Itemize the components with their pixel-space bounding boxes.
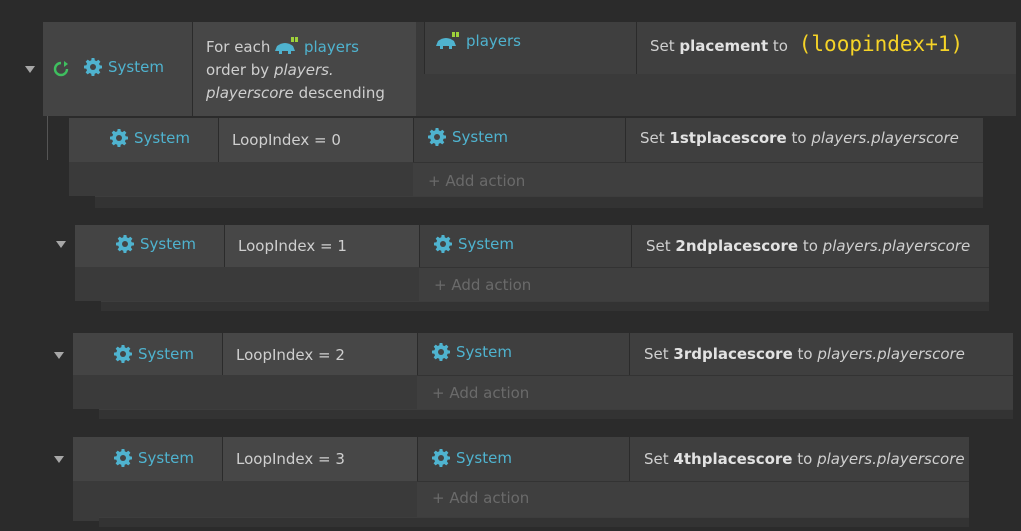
sub-event-3-action-object[interactable]: System <box>432 449 512 467</box>
sprite-icon <box>275 37 299 55</box>
collapse-triangle-icon[interactable] <box>54 456 64 463</box>
sub-event-2-action-text: Set 3rdplacescore to players.playerscore <box>644 345 965 363</box>
event-sheet: System For each players order by players… <box>0 0 1021 531</box>
sub-event-3-condition-text: LoopIndex = 3 <box>236 450 345 468</box>
add-action-button[interactable]: + Add action <box>428 172 525 190</box>
gear-icon <box>432 343 450 361</box>
expression-value: (loopindex+1) <box>798 32 964 56</box>
sub-event-3-object[interactable]: System <box>114 449 194 467</box>
gear-icon <box>432 449 450 467</box>
sub-event-0-object[interactable]: System <box>110 129 190 147</box>
sub-event-1-footer <box>101 301 989 311</box>
sub-event-1-action-text: Set 2ndplacescore to players.playerscore <box>646 237 971 255</box>
tree-guide-line <box>47 116 48 160</box>
collapse-triangle-icon[interactable] <box>25 66 35 73</box>
collapse-triangle-icon[interactable] <box>56 241 66 248</box>
sub-event-3-action-text: Set 4thplacescore to players.playerscore <box>644 450 965 468</box>
gear-icon <box>114 449 132 467</box>
gear-icon <box>428 128 446 146</box>
sub-event-0-action-object[interactable]: System <box>428 128 508 146</box>
sprite-icon <box>436 32 460 50</box>
collapse-triangle-icon[interactable] <box>54 352 64 359</box>
add-action-button[interactable]: + Add action <box>432 489 529 507</box>
foreach-action-text: Set placement to (loopindex+1) <box>650 32 964 56</box>
sub-event-3-footer <box>99 517 969 527</box>
add-action-button[interactable]: + Add action <box>432 384 529 402</box>
gear-icon <box>110 129 128 147</box>
gear-icon <box>114 345 132 363</box>
add-action-button[interactable]: + Add action <box>434 276 531 294</box>
object-label: System <box>108 58 164 76</box>
sub-event-2-condition-text: LoopIndex = 2 <box>236 346 345 364</box>
sub-event-2-object[interactable]: System <box>114 345 194 363</box>
sub-event-1-object[interactable]: System <box>116 235 196 253</box>
foreach-action-object[interactable]: players <box>436 32 521 50</box>
gear-icon <box>434 235 452 253</box>
gear-icon <box>116 235 134 253</box>
sub-event-2-footer <box>99 409 1013 419</box>
loop-icon <box>52 60 70 78</box>
sub-event-1-action-object[interactable]: System <box>434 235 514 253</box>
sub-event-0-footer <box>95 196 983 208</box>
sub-event-2-action-object[interactable]: System <box>432 343 512 361</box>
sub-event-1-condition-text: LoopIndex = 1 <box>238 237 347 255</box>
gear-icon <box>84 58 102 76</box>
sub-event-0-action-text: Set 1stplacescore to players.playerscore <box>640 129 959 147</box>
foreach-system-object[interactable]: System <box>84 58 164 76</box>
sub-event-0-condition-text: LoopIndex = 0 <box>232 131 341 149</box>
foreach-condition-text: For each players order by players. playe… <box>206 37 385 102</box>
